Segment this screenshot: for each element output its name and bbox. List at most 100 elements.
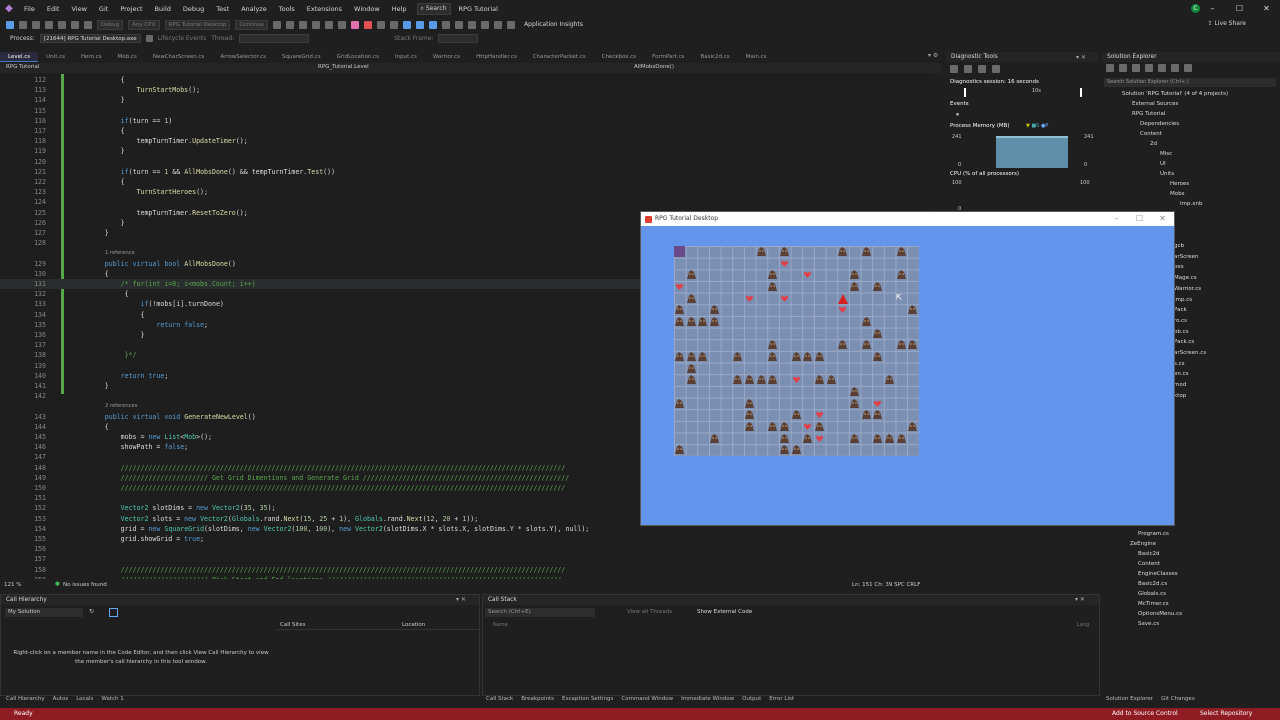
mob-sprite[interactable] (861, 316, 872, 327)
visual-studio-logo-icon[interactable]: ◆ (0, 0, 18, 17)
nav-member-select[interactable]: AllMobsDone() (634, 64, 674, 70)
player-marker[interactable] (837, 293, 849, 304)
mob-sprite[interactable] (779, 444, 790, 455)
mob-sprite[interactable] (849, 433, 860, 444)
step-out-icon[interactable] (429, 20, 438, 29)
tab-unit-cs[interactable]: Unit.cs (38, 52, 73, 62)
code-line[interactable]: 159 ////////////////////// Pick Start an… (0, 575, 934, 579)
code-line[interactable]: 117 { (0, 126, 934, 136)
mob-sprite[interactable] (674, 398, 685, 409)
layout-icon[interactable] (299, 20, 308, 29)
tree-item[interactable]: Pack.cs (1174, 339, 1194, 345)
add-to-source-control-button[interactable]: Add to Source Control (1112, 708, 1178, 720)
tree-item[interactable]: Dependencies (1140, 121, 1179, 127)
mob-sprite[interactable] (686, 363, 697, 374)
code-line[interactable]: 114 } (0, 95, 934, 105)
save-icon[interactable] (45, 20, 53, 29)
bottom-tab-locals[interactable]: Locals (76, 696, 93, 702)
menu-item-help[interactable]: Help (386, 5, 413, 13)
tab-formpart-cs[interactable]: FormPart.cs (644, 52, 692, 62)
mob-sprite[interactable] (756, 374, 767, 385)
codelens-references[interactable]: 1 reference (105, 248, 135, 258)
undo-icon[interactable] (71, 20, 79, 29)
hero-sprite[interactable] (779, 293, 790, 304)
mob-sprite[interactable] (674, 351, 685, 362)
tree-item[interactable]: Pack (1174, 307, 1187, 313)
code-line[interactable]: 116 if(turn == 1) (0, 116, 934, 126)
mob-sprite[interactable] (744, 409, 755, 420)
tree-item[interactable]: Basic2d (1138, 551, 1160, 557)
tab-mob-cs[interactable]: Mob.cs (110, 52, 145, 62)
tree-item[interactable]: Imp.cs (1174, 297, 1192, 303)
bottom-tab-breakpoints[interactable]: Breakpoints (521, 696, 554, 702)
menu-item-window[interactable]: Window (348, 5, 386, 13)
mob-sprite[interactable] (872, 281, 883, 292)
hero-sprite[interactable] (872, 398, 883, 409)
hero-sprite[interactable] (779, 258, 790, 269)
tree-item[interactable]: Mage.cs (1174, 275, 1197, 281)
tree-item[interactable]: Program.cs (1138, 531, 1169, 537)
tab-dropdown-icon[interactable]: ▾ ⚙ (928, 52, 938, 59)
tree-item[interactable]: gcb (1174, 243, 1184, 249)
mob-sprite[interactable] (884, 433, 895, 444)
tree-item[interactable]: Save.cs (1138, 621, 1159, 627)
mob-sprite[interactable] (767, 339, 778, 350)
code-line[interactable]: 112 { (0, 75, 934, 85)
thread-select[interactable] (239, 33, 310, 43)
menu-item-edit[interactable]: Edit (41, 5, 66, 13)
mob-sprite[interactable] (837, 246, 848, 257)
game-window[interactable]: RPG Tutorial Desktop – ☐ ✕ ⇱ (640, 211, 1175, 526)
tree-item[interactable]: Units (1160, 171, 1174, 177)
hero-sprite[interactable] (791, 374, 802, 385)
tree-item[interactable]: UI (1160, 161, 1166, 167)
tree-item[interactable]: en.cs (1174, 371, 1189, 377)
events-section[interactable]: Events (950, 101, 969, 107)
mob-sprite[interactable] (849, 386, 860, 397)
col-call-sites[interactable]: Call Sites (280, 622, 305, 628)
tree-item[interactable]: Mobs (1170, 191, 1184, 197)
menu-item-analyze[interactable]: Analyze (235, 5, 273, 13)
configuration-select[interactable]: Debug (97, 19, 124, 30)
mob-sprite[interactable] (849, 269, 860, 280)
bottom-tab-git-changes[interactable]: Git Changes (1161, 696, 1195, 702)
tree-item[interactable]: McTimer.cs (1138, 601, 1169, 607)
mob-sprite[interactable] (861, 339, 872, 350)
mob-sprite[interactable] (756, 246, 767, 257)
mob-sprite[interactable] (674, 444, 685, 455)
code-line[interactable]: 120 (0, 157, 934, 167)
menu-item-view[interactable]: View (65, 5, 92, 13)
mob-sprite[interactable] (732, 374, 743, 385)
tab-warrior-cs[interactable]: Warrior.cs (425, 52, 468, 62)
mob-sprite[interactable] (849, 398, 860, 409)
mob-sprite[interactable] (744, 398, 755, 409)
mob-sprite[interactable] (814, 374, 825, 385)
game-grid[interactable]: ⇱ (674, 246, 919, 456)
lifecycle-events-label[interactable]: Lifecycle Events (158, 35, 207, 42)
mob-sprite[interactable] (849, 281, 860, 292)
mob-sprite[interactable] (907, 339, 918, 350)
tree-item[interactable]: Content (1140, 131, 1162, 137)
bookmark-clear-icon[interactable] (507, 20, 516, 29)
mob-sprite[interactable] (791, 351, 802, 362)
mob-sprite[interactable] (791, 444, 802, 455)
bottom-tab-autos[interactable]: Autos (53, 696, 69, 702)
code-line[interactable]: 119 } (0, 146, 934, 156)
mob-sprite[interactable] (674, 316, 685, 327)
mob-sprite[interactable] (744, 374, 755, 385)
codelens-references[interactable]: 2 references (105, 401, 137, 411)
mob-sprite[interactable] (779, 433, 790, 444)
col-lang[interactable]: Lang (1077, 622, 1089, 628)
mob-sprite[interactable] (686, 269, 697, 280)
tab-main-cs[interactable]: Main.cs (738, 52, 775, 62)
bottom-tab-solution-explorer[interactable]: Solution Explorer (1106, 696, 1153, 702)
hero-sprite[interactable] (744, 293, 755, 304)
open-icon[interactable] (32, 20, 40, 29)
code-line[interactable]: 115 (0, 106, 934, 116)
bookmark-prev-icon[interactable] (481, 20, 490, 29)
startup-project-select[interactable]: RPG Tutorial Desktop (164, 19, 231, 30)
mob-sprite[interactable] (686, 351, 697, 362)
application-insights-button[interactable]: Application Insights (524, 21, 583, 28)
mob-sprite[interactable] (896, 339, 907, 350)
hero-sprite[interactable] (837, 304, 848, 315)
bookmark-icon[interactable] (468, 20, 477, 29)
